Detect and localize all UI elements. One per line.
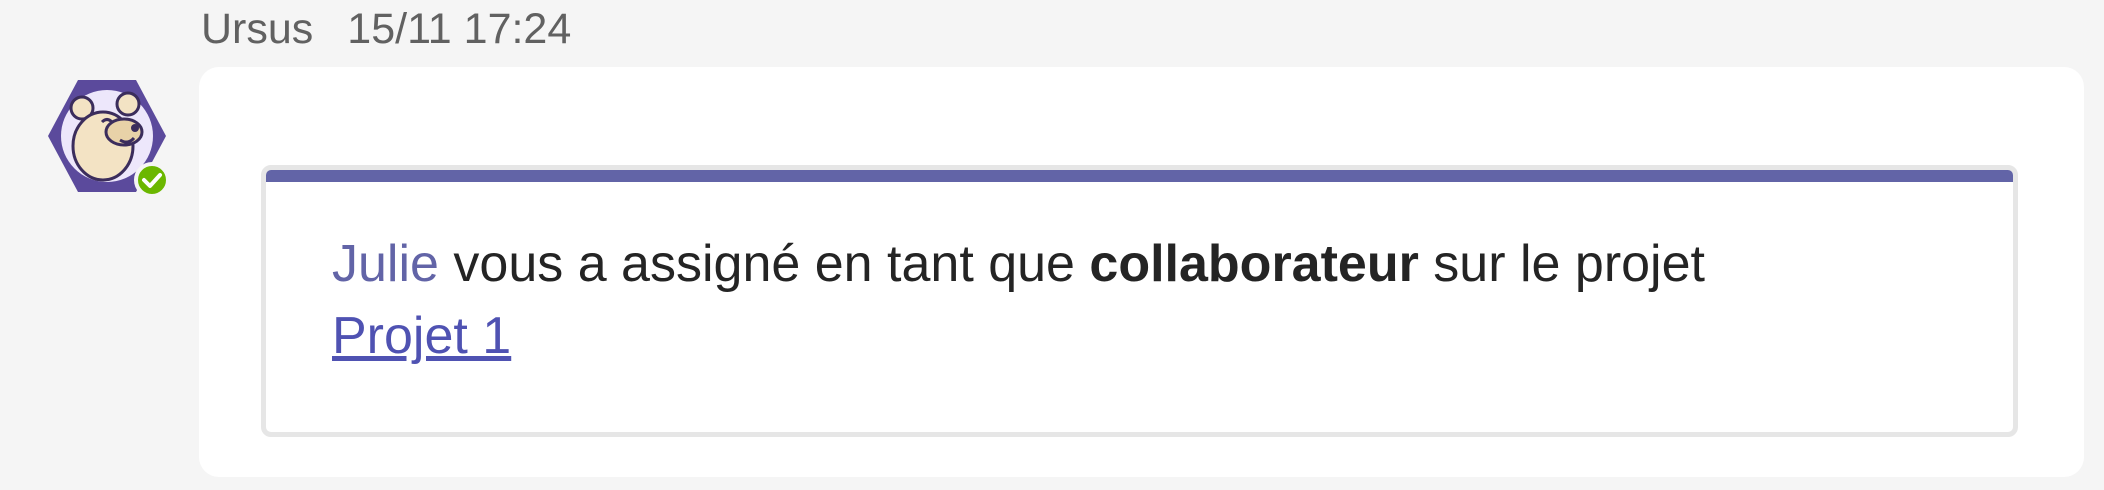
adaptive-card: Julie vous a assigné en tant que collabo…	[261, 165, 2018, 437]
presence-available-icon	[134, 162, 170, 198]
bear-ear-right	[115, 91, 141, 117]
user-mention[interactable]: Julie	[332, 235, 439, 293]
bear-bot-avatar-icon	[48, 80, 170, 198]
card-accent-bar	[266, 170, 2013, 182]
message-bubble: Julie vous a assigné en tant que collabo…	[199, 67, 2084, 477]
bear-nose	[131, 124, 139, 132]
role-label: collaborateur	[1089, 235, 1419, 293]
message-timestamp: 15/11 17:24	[347, 4, 572, 53]
message-header: Ursus 15/11 17:24	[201, 2, 571, 56]
card-text-part-1: vous a assigné en tant que	[453, 235, 1075, 293]
avatar[interactable]	[40, 78, 174, 212]
card-text-part-2: sur le projet	[1433, 235, 1705, 293]
card-text: Julie vous a assigné en tant que collabo…	[332, 228, 1952, 372]
project-link[interactable]: Projet 1	[332, 307, 511, 365]
chat-message: Ursus 15/11 17:24 Julie vous a assigné e…	[0, 0, 2104, 490]
author-name[interactable]: Ursus	[201, 5, 313, 54]
